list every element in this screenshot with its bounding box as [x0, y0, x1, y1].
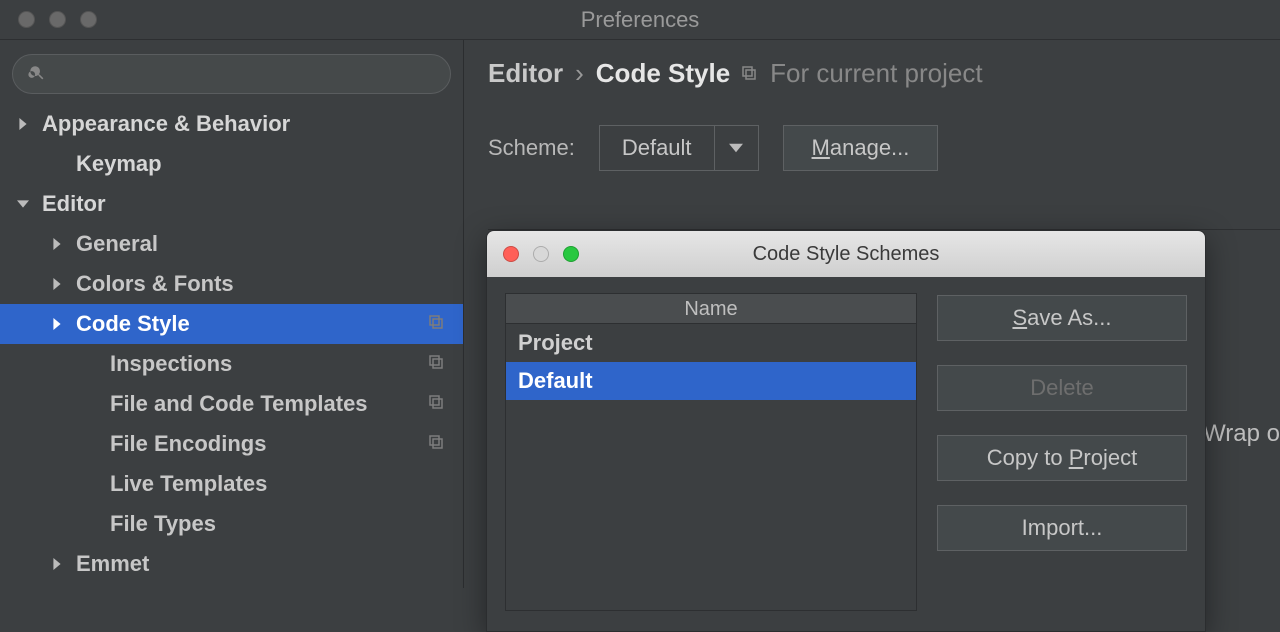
tree-item-appearance-behavior[interactable]: Appearance & Behavior [0, 104, 463, 144]
schemes-list[interactable]: Name Project Default [505, 293, 917, 611]
background-tab-fragment: Wrap o [1203, 420, 1280, 448]
search-icon [28, 64, 46, 87]
tree-item-inspections[interactable]: Inspections [0, 344, 463, 384]
tree-item-live-templates[interactable]: Live Templates [0, 464, 463, 504]
tree-label: File Types [110, 512, 216, 536]
tree-item-keymap[interactable]: Keymap [0, 144, 463, 184]
manage-button[interactable]: Manage... [783, 125, 939, 171]
project-scope-icon [427, 392, 445, 416]
copy-to-project-button[interactable]: Copy to Project [937, 435, 1187, 481]
tree-label: Colors & Fonts [76, 272, 234, 296]
tree-item-general[interactable]: General [0, 224, 463, 264]
tree-label: File and Code Templates [110, 392, 368, 416]
tree-item-emmet[interactable]: Emmet [0, 544, 463, 584]
tree-label: Inspections [110, 352, 232, 376]
titlebar: Preferences [0, 0, 1280, 40]
chevron-right-icon [48, 558, 66, 570]
window-controls [0, 11, 97, 28]
save-as-button[interactable]: Save As... [937, 295, 1187, 341]
tree-label: Code Style [76, 312, 190, 336]
scope-text: For current project [770, 58, 982, 89]
tree-item-editor[interactable]: Editor [0, 184, 463, 224]
window-title: Preferences [0, 7, 1280, 33]
breadcrumb-current: Code Style [596, 58, 730, 89]
scheme-label: Scheme: [488, 135, 575, 161]
tree-item-file-types[interactable]: File Types [0, 504, 463, 544]
tree-label: File Encodings [110, 432, 266, 456]
breadcrumb-root: Editor [488, 58, 563, 89]
preferences-sidebar: Appearance & Behavior Keymap Editor Gene… [0, 40, 464, 588]
chevron-right-icon [48, 278, 66, 290]
tree-label: Live Templates [110, 472, 267, 496]
code-style-schemes-dialog: Code Style Schemes Name Project Default … [486, 230, 1206, 632]
tree-item-file-encodings[interactable]: File Encodings [0, 424, 463, 464]
dialog-zoom-dot[interactable] [563, 246, 579, 262]
dialog-minimize-dot [533, 246, 549, 262]
chevron-down-icon[interactable] [714, 126, 758, 170]
tree-label: Editor [42, 192, 106, 216]
project-scope-icon [427, 352, 445, 376]
close-window-dot[interactable] [18, 11, 35, 28]
search-input[interactable] [12, 54, 451, 94]
tree-label: Appearance & Behavior [42, 112, 290, 136]
tree-item-code-style[interactable]: Code Style [0, 304, 463, 344]
project-scope-icon [427, 432, 445, 456]
dialog-titlebar: Code Style Schemes [487, 231, 1205, 277]
chevron-right-icon [14, 118, 32, 130]
scheme-value: Default [600, 135, 714, 161]
list-filler [506, 400, 916, 610]
tree-label: Emmet [76, 552, 149, 576]
tree-item-colors-fonts[interactable]: Colors & Fonts [0, 264, 463, 304]
list-item-project[interactable]: Project [506, 324, 916, 362]
zoom-window-dot[interactable] [80, 11, 97, 28]
manage-label-rest: anage... [830, 135, 910, 160]
chevron-down-icon [14, 198, 32, 210]
scheme-combo[interactable]: Default [599, 125, 759, 171]
delete-button: Delete [937, 365, 1187, 411]
chevron-right-icon: › [575, 58, 584, 89]
chevron-right-icon [48, 238, 66, 250]
import-button[interactable]: Import... [937, 505, 1187, 551]
chevron-right-icon [48, 318, 66, 330]
dialog-close-dot[interactable] [503, 246, 519, 262]
preferences-tree: Appearance & Behavior Keymap Editor Gene… [0, 104, 463, 584]
project-scope-icon [740, 58, 758, 89]
minimize-window-dot[interactable] [49, 11, 66, 28]
tree-label: General [76, 232, 158, 256]
list-item-default[interactable]: Default [506, 362, 916, 400]
dialog-title: Code Style Schemes [487, 243, 1205, 266]
tree-label: Keymap [76, 152, 162, 176]
tree-item-file-code-templates[interactable]: File and Code Templates [0, 384, 463, 424]
column-header-name: Name [506, 294, 916, 324]
breadcrumb: Editor › Code Style For current project [488, 58, 1280, 89]
project-scope-icon [427, 312, 445, 336]
